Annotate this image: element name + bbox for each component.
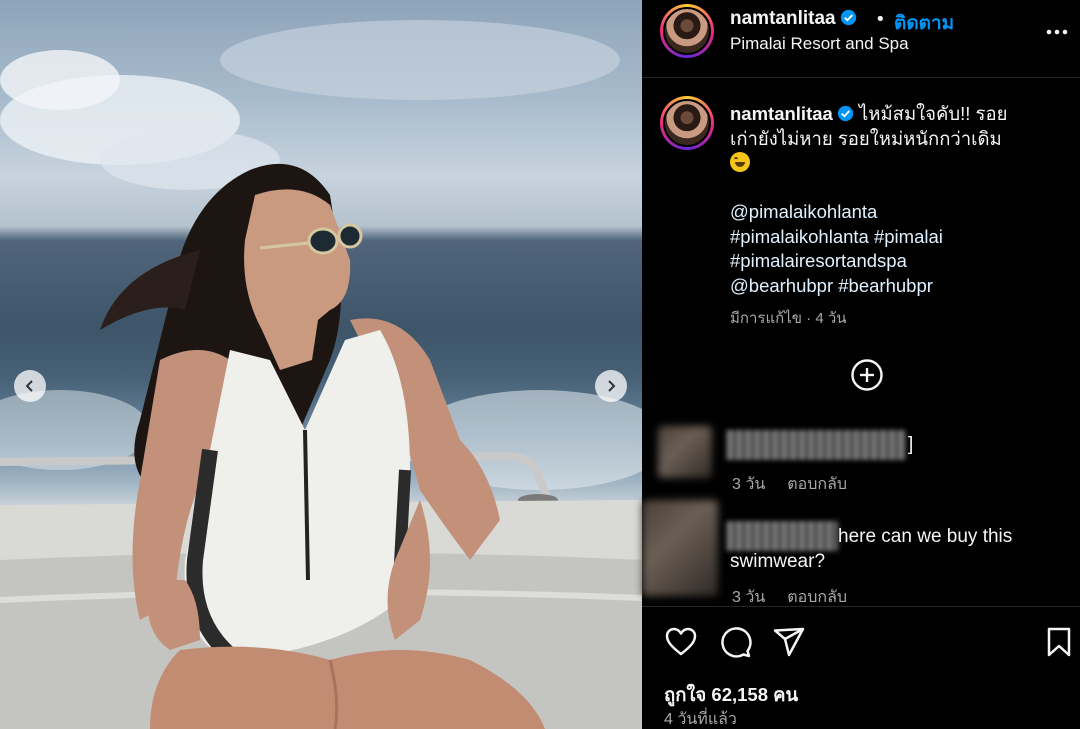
carousel-prev-button[interactable] [14, 370, 46, 402]
commenter-avatar[interactable] [658, 426, 712, 478]
reply-button[interactable]: ตอบกลับ [787, 589, 847, 606]
reply-button[interactable]: ตอบกลับ [787, 476, 847, 493]
blurred-comment-text [726, 430, 906, 460]
post-time-ago: 4 วันที่แล้ว [664, 711, 737, 728]
caption-tag[interactable]: @pimalaikohlanta [730, 200, 1060, 225]
comment-text: here can we buy this swimwear? [730, 526, 1013, 572]
post-actions-bar: ถูกใจ 62,158 คน 4 วันที่แล้ว [642, 606, 1080, 729]
chevron-right-icon [608, 380, 616, 392]
post-photo[interactable] [0, 0, 642, 729]
more-options-icon[interactable] [1044, 22, 1070, 42]
chevron-left-icon [25, 380, 33, 392]
comment-bubble-icon[interactable] [718, 625, 752, 659]
likes-count[interactable]: ถูกใจ 62,158 คน [664, 681, 798, 710]
caption-text-line1: ไหม้สมใจคับ!! รอย [858, 103, 1008, 124]
author-username[interactable]: namtanlitaa [730, 8, 836, 29]
header-user: namtanlitaa [730, 8, 857, 30]
separator-dot: • [875, 9, 886, 30]
commenter-avatar[interactable] [642, 500, 718, 596]
edited-timestamp: มีการแก้ไข · 4 วัน [730, 310, 847, 327]
paper-plane-icon[interactable] [772, 625, 806, 659]
carousel-next-button[interactable] [595, 370, 627, 402]
post-location[interactable]: Pimalai Resort and Spa [730, 34, 909, 54]
caption-username[interactable]: namtanlitaa [730, 103, 833, 124]
post-header: namtanlitaa • ติดตาม Pimalai Resort and … [642, 0, 1080, 78]
caption-tag[interactable]: #pimalaikohlanta #pimalai [730, 225, 1060, 250]
caption-text-line2: เก่ายังไม่หาย รอยใหม่หนักกว่าเดิม [730, 127, 1002, 149]
laughing-emoji-icon [730, 152, 750, 172]
caption-tag[interactable]: @bearhubpr #bearhubpr [730, 274, 1060, 299]
caption-author-avatar[interactable] [660, 96, 714, 150]
post-side-panel: namtanlitaa • ติดตาม Pimalai Resort and … [642, 0, 1080, 729]
caption-tag[interactable]: #pimalairesortandspa [730, 249, 1060, 274]
comment-text: ] [908, 434, 914, 455]
comment-meta: 3 วัน ตอบกลับ [732, 472, 847, 497]
bookmark-icon[interactable] [1042, 625, 1076, 659]
plus-circle-icon[interactable] [850, 358, 884, 392]
verified-badge-icon [840, 9, 856, 26]
comment-time: 3 วัน [732, 476, 766, 493]
verified-badge-icon [837, 105, 853, 122]
heart-icon[interactable] [664, 625, 698, 659]
comment-time: 3 วัน [732, 589, 766, 606]
photo-scene [0, 20, 642, 729]
author-avatar[interactable] [660, 4, 714, 58]
post-caption: namtanlitaa ไหม้สมใจคับ!! รอย เก่ายังไม่… [730, 102, 1060, 298]
